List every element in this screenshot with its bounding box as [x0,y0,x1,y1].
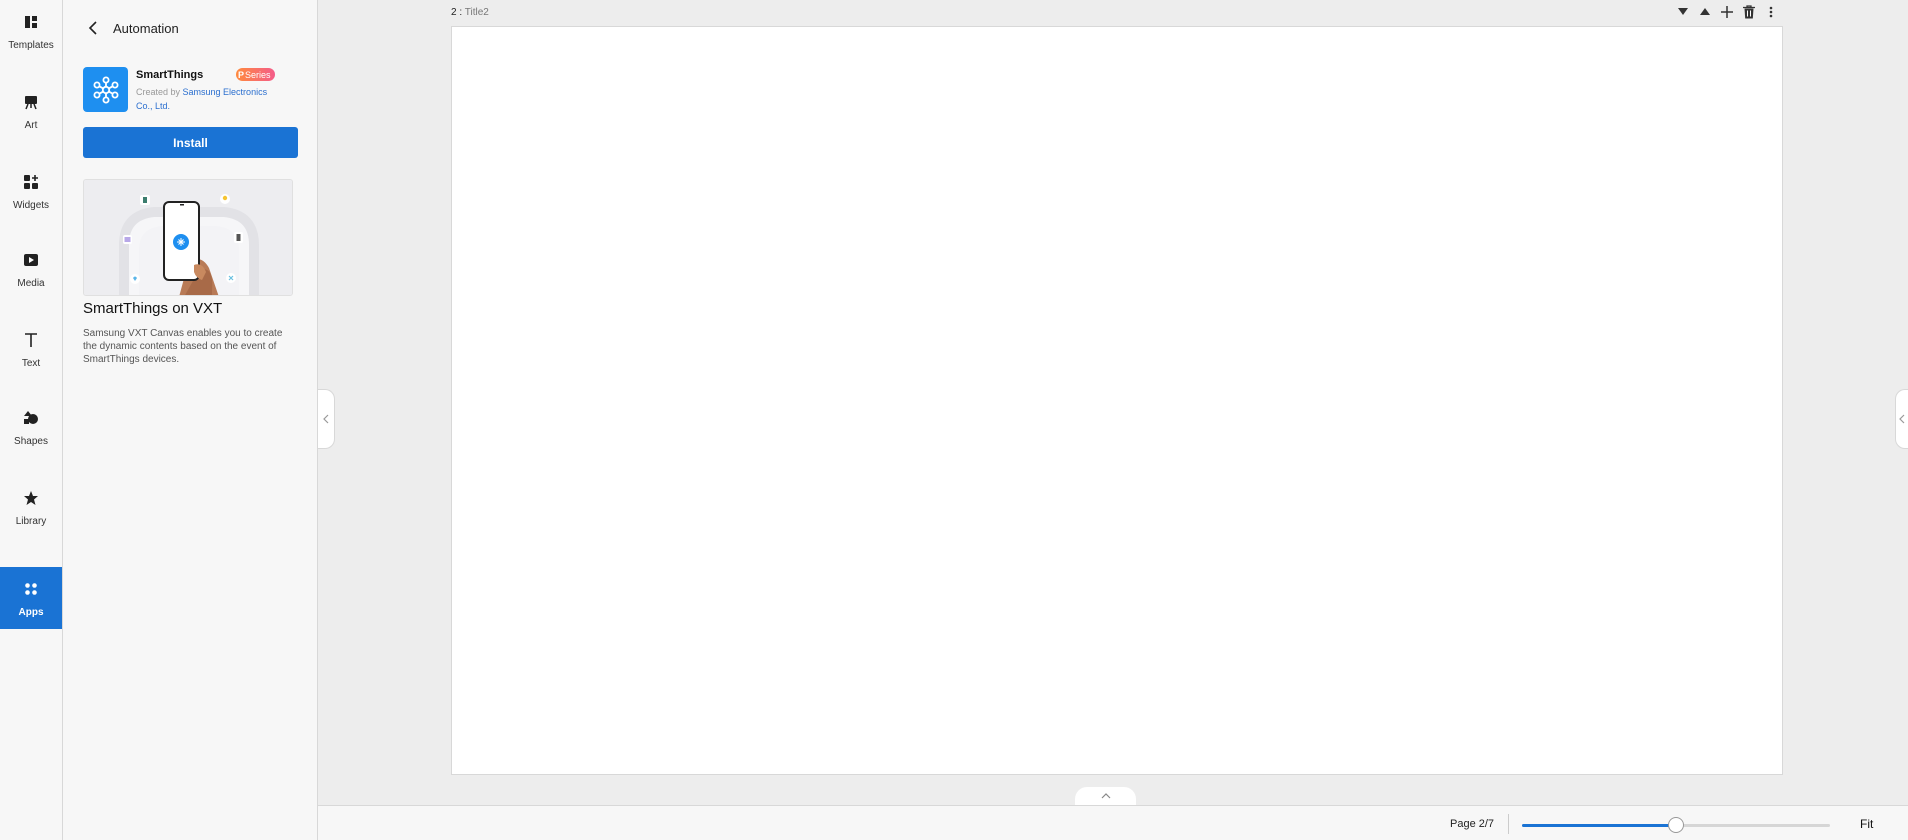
rail-label: Widgets [12,199,50,211]
media-icon [21,250,41,270]
promo-description: Samsung VXT Canvas enables you to create… [83,328,283,365]
triangle-down-icon [1678,8,1688,15]
created-prefix: Created by [136,87,183,97]
page-toolbar [1672,3,1782,21]
zoom-slider-fill [1522,824,1676,827]
left-rail: Templates Art Widgets Media Text Shapes [0,0,63,840]
expand-pages-button[interactable] [1075,787,1136,805]
trash-icon [1743,5,1755,19]
install-button[interactable]: Install [83,127,298,158]
page-indicator: Page 2/7 [1450,818,1495,830]
rail-label: Media [17,277,45,289]
collapse-panel-button[interactable] [318,389,335,449]
series-badge: P Series [236,68,275,81]
promo-image [83,179,293,296]
canvas-page[interactable] [451,26,1783,775]
templates-icon [21,12,41,32]
page-label: 2 : Title2 [451,7,489,18]
rail-item-widgets[interactable]: Widgets [0,160,62,222]
rail-label: Templates [8,39,54,51]
triangle-up-icon [1700,8,1710,15]
text-icon [21,330,41,350]
zoom-slider[interactable] [1522,817,1830,833]
rail-label: Text [21,357,41,369]
chevron-left-icon [323,414,329,424]
rail-item-media[interactable]: Media [0,238,62,300]
plus-icon [1721,6,1733,18]
widgets-icon [21,172,41,192]
panel-title: Automation [113,20,179,36]
move-down-button[interactable] [1672,3,1694,21]
rail-label: Library [15,515,47,527]
chevron-left-icon [88,21,97,35]
page-title[interactable]: Title2 [465,7,489,18]
promo-title: SmartThings on VXT [83,300,223,317]
delete-page-button[interactable] [1738,3,1760,21]
zoom-slider-thumb[interactable] [1668,817,1684,833]
chevron-up-icon [1101,793,1110,799]
rail-label: Art [24,119,38,131]
page-number: 2 : [451,7,463,18]
divider [1508,814,1509,834]
fit-button[interactable]: Fit [1860,817,1873,831]
more-vertical-icon [1769,6,1773,18]
apps-icon [21,579,41,599]
smartthings-icon [93,76,118,103]
rail-item-library[interactable]: Library [0,476,62,538]
rail-item-templates[interactable]: Templates [0,0,62,62]
series-badge-prefix: P [238,69,245,80]
smartthings-app-icon [83,67,128,112]
rail-label: Apps [18,606,44,618]
app-name: SmartThings [136,69,204,81]
rail-label: Shapes [14,435,48,447]
chevron-left-icon [1899,414,1905,424]
series-badge-label: Series [245,69,271,80]
star-icon [21,488,41,508]
phone-in-hand-illustration [84,180,292,295]
move-up-button[interactable] [1694,3,1716,21]
rail-item-apps[interactable]: Apps [0,567,62,629]
rail-item-shapes[interactable]: Shapes [0,396,62,458]
automation-panel: Automation SmartThings P Series Created … [63,0,318,840]
shapes-icon [21,408,41,428]
expand-right-panel-button[interactable] [1895,389,1908,449]
more-options-button[interactable] [1760,3,1782,21]
back-button[interactable] [85,18,101,38]
panel-header: Automation [85,18,179,38]
rail-item-text[interactable]: Text [0,318,62,380]
app-creator: Created by Samsung Electronics Co., Ltd. [136,85,286,113]
add-page-button[interactable] [1716,3,1738,21]
easel-icon [21,92,41,112]
rail-item-art[interactable]: Art [0,80,62,142]
